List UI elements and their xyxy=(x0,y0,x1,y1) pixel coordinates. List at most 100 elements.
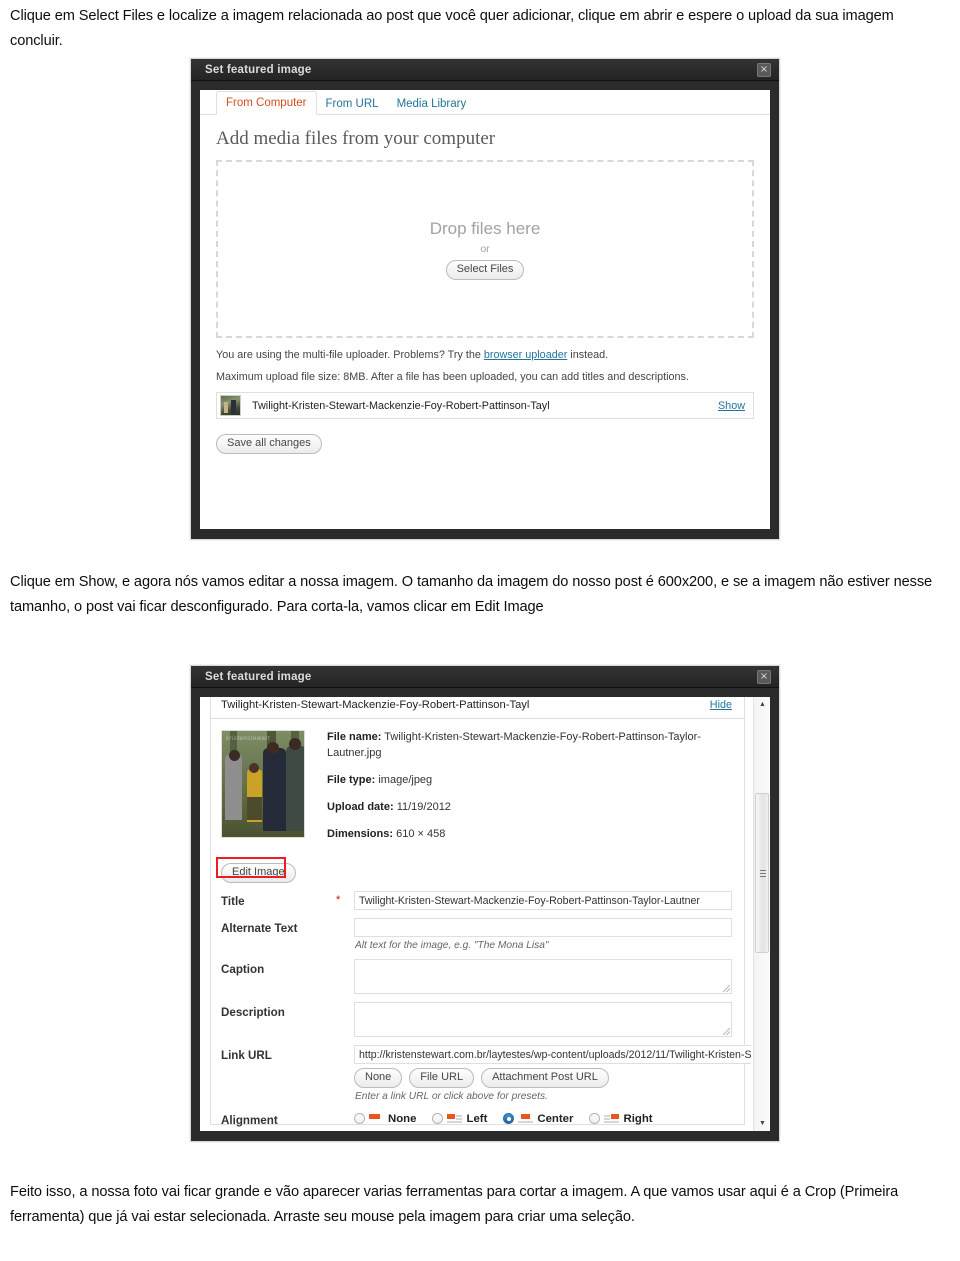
uploader-note-pre: You are using the multi-file uploader. P… xyxy=(216,349,484,361)
meta-file-name-value: Twilight-Kristen-Stewart-Mackenzie-Foy-R… xyxy=(327,731,701,759)
scroll-up-icon[interactable]: ▲ xyxy=(754,697,770,712)
field-row-description: Description xyxy=(211,994,744,1037)
scroll-down-icon[interactable]: ▼ xyxy=(754,1116,770,1131)
dropzone-label: Drop files here xyxy=(429,218,541,238)
alignment-option-none[interactable]: None xyxy=(354,1113,416,1125)
meta-dimensions: Dimensions: 610 × 458 xyxy=(327,827,744,843)
link-url-label: Link URL xyxy=(221,1048,272,1062)
attachment-detail: kristenstewart File name: Twilight-Krist… xyxy=(211,719,744,854)
alignment-option-none-label: None xyxy=(388,1112,417,1125)
meta-dimensions-label: Dimensions: xyxy=(327,827,394,840)
scrollbar-grip-icon xyxy=(760,870,766,877)
align-left-icon xyxy=(447,1113,463,1124)
dialog1-heading: Add media files from your computer xyxy=(216,128,496,149)
dropzone[interactable]: Drop files here or Select Files xyxy=(216,160,754,338)
dropzone-or-label: or xyxy=(480,242,490,255)
file-thumbnail xyxy=(220,395,241,417)
link-preset-buttons: None File URL Attachment Post URL xyxy=(354,1064,751,1088)
link-url-required-spacer xyxy=(336,1045,354,1048)
browser-uploader-link[interactable]: browser uploader xyxy=(484,349,567,361)
alignment-option-center-label: Center xyxy=(537,1112,574,1125)
link-preset-none-button[interactable]: None xyxy=(354,1067,403,1088)
alternate-text-label: Alternate Text xyxy=(221,921,298,935)
dialog2-titlebar: Set featured image × xyxy=(191,666,779,688)
alignment-required-spacer xyxy=(336,1110,354,1113)
uploaded-file-row: Twilight-Kristen-Stewart-Mackenzie-Foy-R… xyxy=(216,392,754,420)
alignment-label: Alignment xyxy=(221,1113,278,1127)
screenshot-media-uploader: Set featured image × From Computer From … xyxy=(190,58,780,540)
alternate-text-input[interactable] xyxy=(354,917,732,937)
show-link[interactable]: Show xyxy=(718,400,745,412)
tab-from-url[interactable]: From URL xyxy=(317,93,388,115)
alignment-option-right[interactable]: Right xyxy=(589,1112,653,1125)
alignment-option-left[interactable]: Left xyxy=(432,1113,487,1125)
alignment-option-right-label: Right xyxy=(623,1112,653,1125)
align-center-icon xyxy=(518,1113,534,1124)
dialog1-titlebar: Set featured image × xyxy=(191,59,779,81)
field-row-alt: Alternate Text Alt text for the image, e… xyxy=(211,910,744,951)
meta-upload-date-label: Upload date: xyxy=(327,800,394,813)
description-required-spacer xyxy=(336,1002,354,1005)
field-row-link-url: Link URL http://kristenstewart.com.br/la… xyxy=(211,1037,751,1102)
dialog1-title: Set featured image xyxy=(205,63,312,76)
caption-textarea[interactable] xyxy=(354,958,732,994)
link-url-hint: Enter a link URL or click above for pres… xyxy=(355,1090,548,1102)
hide-link[interactable]: Hide xyxy=(710,699,732,711)
tab-media-library[interactable]: Media Library xyxy=(388,93,476,115)
save-row: Save all changes xyxy=(200,419,770,455)
description-label: Description xyxy=(221,1005,285,1019)
vertical-scrollbar[interactable]: ▲ ▼ xyxy=(753,697,770,1131)
radio-none-icon[interactable] xyxy=(354,1113,365,1125)
tab-from-computer[interactable]: From Computer xyxy=(216,91,317,115)
meta-file-type: File type: image/jpeg xyxy=(327,773,744,789)
meta-file-type-value: image/jpeg xyxy=(378,773,433,786)
meta-upload-date: Upload date: 11/19/2012 xyxy=(327,800,744,816)
caption-required-spacer xyxy=(336,959,354,962)
meta-dimensions-value: 610 × 458 xyxy=(396,827,446,840)
max-size-note: Maximum upload file size: 8MB. After a f… xyxy=(216,371,689,384)
dialog1-tabs: From Computer From URL Media Library xyxy=(200,90,770,115)
title-label: Title xyxy=(221,894,245,908)
attachment-title: Twilight-Kristen-Stewart-Mackenzie-Foy-R… xyxy=(221,698,530,711)
close-icon[interactable]: × xyxy=(757,670,771,684)
field-row-alignment: Alignment None Left Center Right xyxy=(211,1102,744,1127)
radio-center-icon[interactable] xyxy=(503,1113,515,1125)
alignment-option-left-label: Left xyxy=(466,1112,488,1125)
attachment-thumbnail: kristenstewart xyxy=(221,730,305,838)
meta-file-name: File name: Twilight-Kristen-Stewart-Mack… xyxy=(327,730,744,762)
description-textarea[interactable] xyxy=(354,1001,732,1037)
field-row-caption: Caption xyxy=(211,951,744,994)
radio-left-icon[interactable] xyxy=(432,1113,444,1125)
link-preset-attachment-post-url-button[interactable]: Attachment Post URL xyxy=(481,1067,609,1088)
save-all-changes-button[interactable]: Save all changes xyxy=(216,434,322,455)
alt-required-spacer xyxy=(336,918,354,921)
dialog1-body: From Computer From URL Media Library Add… xyxy=(200,90,770,529)
align-right-icon xyxy=(604,1113,620,1124)
attachment-meta: File name: Twilight-Kristen-Stewart-Mack… xyxy=(305,730,744,854)
select-files-button[interactable]: Select Files xyxy=(445,259,525,280)
link-url-input[interactable]: http://kristenstewart.com.br/laytestes/w… xyxy=(354,1044,751,1064)
attachment-header-row: Twilight-Kristen-Stewart-Mackenzie-Foy-R… xyxy=(211,697,744,719)
edit-image-highlight xyxy=(216,856,286,878)
intro-paragraph: Clique em Select Files e localize a imag… xyxy=(10,8,894,50)
meta-upload-date-value: 11/19/2012 xyxy=(396,800,451,813)
edit-image-wrap: Edit Image xyxy=(211,854,296,883)
required-marker: * xyxy=(336,893,341,906)
meta-file-type-label: File type: xyxy=(327,773,376,786)
middle-paragraph: Clique em Show, e agora nós vamos editar… xyxy=(10,574,933,616)
caption-label: Caption xyxy=(221,962,265,976)
scrollbar-thumb[interactable] xyxy=(755,793,769,953)
dialog2-body: Twilight-Kristen-Stewart-Mackenzie-Foy-R… xyxy=(200,697,770,1131)
uploader-note: You are using the multi-file uploader. P… xyxy=(200,338,770,363)
screenshot-attachment-details: Set featured image × Twilight-Kristen-St… xyxy=(190,665,780,1142)
field-row-title: Title * Twilight-Kristen-Stewart-Mackenz… xyxy=(211,883,744,910)
alternate-text-hint: Alt text for the image, e.g. "The Mona L… xyxy=(355,939,549,951)
uploaded-file-name: Twilight-Kristen-Stewart-Mackenzie-Foy-R… xyxy=(252,399,550,412)
alignment-radio-group: None Left Center Right xyxy=(354,1110,732,1125)
link-preset-file-url-button[interactable]: File URL xyxy=(409,1067,475,1088)
close-icon[interactable]: × xyxy=(757,63,771,77)
alignment-option-center[interactable]: Center xyxy=(503,1113,573,1125)
dialog2-title: Set featured image xyxy=(205,670,312,683)
title-input[interactable]: Twilight-Kristen-Stewart-Mackenzie-Foy-R… xyxy=(354,890,732,910)
radio-right-icon[interactable] xyxy=(589,1113,601,1125)
